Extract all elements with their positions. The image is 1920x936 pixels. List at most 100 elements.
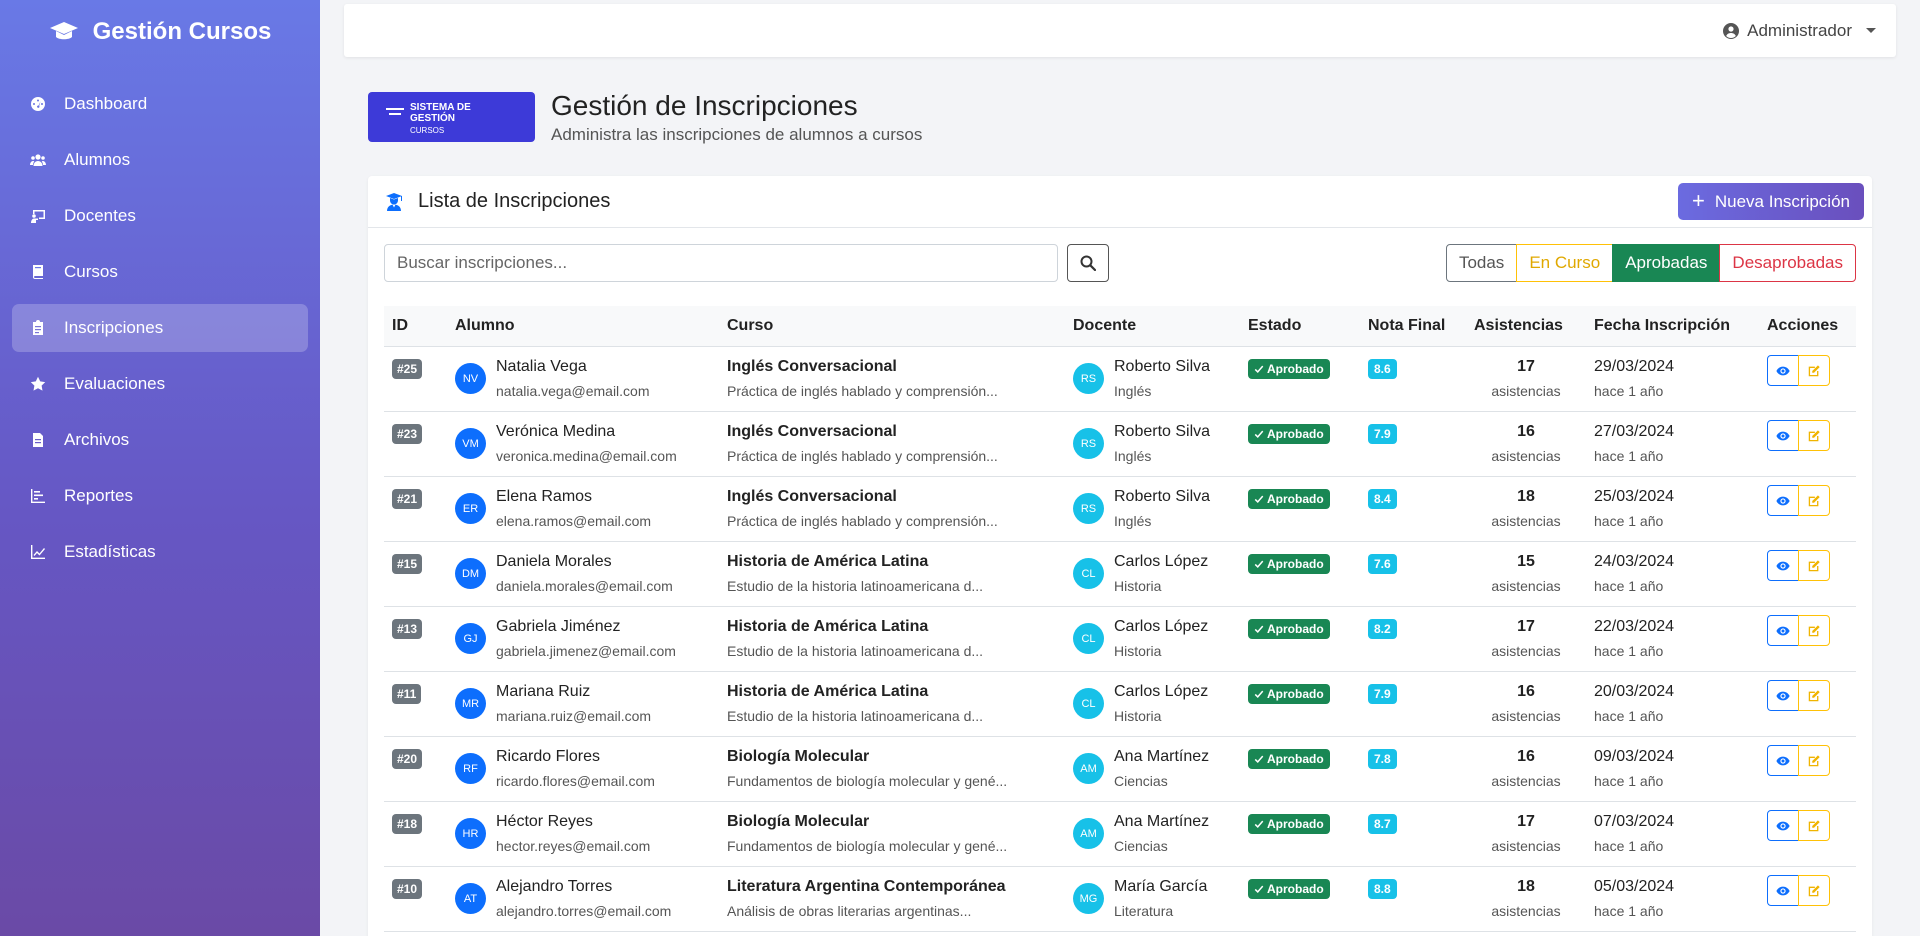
sidebar-item-dashboard[interactable]: Dashboard xyxy=(12,80,308,128)
view-button[interactable] xyxy=(1767,550,1799,581)
student-email: hector.reyes@email.com xyxy=(496,837,651,854)
col-estado: Estado xyxy=(1240,306,1360,347)
col-id: ID xyxy=(384,306,447,347)
table-row[interactable]: #10 AT Alejandro Torres alejandro.torres… xyxy=(384,866,1856,932)
view-button[interactable] xyxy=(1767,420,1799,451)
cell-student: RF Ricardo Flores ricardo.flores@email.c… xyxy=(447,736,719,802)
edit-button[interactable] xyxy=(1798,680,1830,711)
view-button[interactable] xyxy=(1767,355,1799,386)
edit-button[interactable] xyxy=(1798,875,1830,906)
view-button[interactable] xyxy=(1767,875,1799,906)
col-docente: Docente xyxy=(1065,306,1240,347)
dashboard-icon xyxy=(28,94,48,114)
student-name: Mariana Ruiz xyxy=(496,682,591,700)
search-input[interactable] xyxy=(384,244,1058,282)
brand[interactable]: Gestión Cursos xyxy=(0,0,320,64)
sidebar-item-estadisticas[interactable]: Estadísticas xyxy=(12,528,308,576)
table-row[interactable]: #15 DM Daniela Morales daniela.morales@e… xyxy=(384,541,1856,607)
view-button[interactable] xyxy=(1767,810,1799,841)
col-acciones: Acciones xyxy=(1759,306,1856,347)
eye-icon xyxy=(1776,756,1790,765)
filter-en-curso[interactable]: En Curso xyxy=(1516,244,1614,282)
cell-id: #10 xyxy=(384,866,447,932)
cell-student: DM Daniela Morales daniela.morales@email… xyxy=(447,541,719,607)
cell-status: Aprobado xyxy=(1240,541,1360,607)
check-icon xyxy=(1254,495,1264,503)
attendance-label: asistencias xyxy=(1491,447,1561,464)
course-name: Historia de América Latina xyxy=(727,682,929,700)
cell-date: 27/03/2024 hace 1 año xyxy=(1586,411,1759,477)
cell-student: NV Natalia Vega natalia.vega@email.com xyxy=(447,346,719,412)
sidebar-item-label: Docentes xyxy=(64,206,136,225)
table-row[interactable]: #23 VM Verónica Medina veronica.medina@e… xyxy=(384,411,1856,477)
check-icon xyxy=(1254,365,1264,373)
view-button[interactable] xyxy=(1767,680,1799,711)
view-button[interactable] xyxy=(1767,615,1799,646)
user-menu[interactable]: Administrador xyxy=(1723,21,1876,41)
cell-student: VM Verónica Medina veronica.medina@email… xyxy=(447,411,719,477)
view-button[interactable] xyxy=(1767,745,1799,776)
filter-desaprobadas[interactable]: Desaprobadas xyxy=(1719,244,1856,282)
edit-icon xyxy=(1808,494,1820,506)
table-row[interactable]: #13 GJ Gabriela Jiménez gabriela.jimenez… xyxy=(384,606,1856,672)
table-row[interactable]: #20 RF Ricardo Flores ricardo.flores@ema… xyxy=(384,736,1856,802)
cell-course: Biología Molecular Fundamentos de biolog… xyxy=(719,801,1065,867)
sidebar-item-alumnos[interactable]: Alumnos xyxy=(12,136,308,184)
grade-badge: 8.8 xyxy=(1368,878,1397,899)
table-row[interactable]: #18 HR Héctor Reyes hector.reyes@email.c… xyxy=(384,801,1856,867)
student-email: mariana.ruiz@email.com xyxy=(496,707,652,724)
table-row[interactable]: #11 MR Mariana Ruiz mariana.ruiz@email.c… xyxy=(384,671,1856,737)
check-icon xyxy=(1254,755,1264,763)
sidebar-item-cursos[interactable]: Cursos xyxy=(12,248,308,296)
sidebar-item-evaluaciones[interactable]: Evaluaciones xyxy=(12,360,308,408)
course-name: Biología Molecular xyxy=(727,747,870,765)
course-description: Fundamentos de biología molecular y gené… xyxy=(727,772,1008,789)
status-text: Aprobado xyxy=(1267,426,1324,441)
book-icon xyxy=(28,262,48,282)
student-avatar: AT xyxy=(455,883,486,914)
student-email: alejandro.torres@email.com xyxy=(496,902,672,919)
teacher-subject: Inglés xyxy=(1114,512,1152,529)
bar-chart-icon xyxy=(28,486,48,506)
table-row[interactable]: #25 NV Natalia Vega natalia.vega@email.c… xyxy=(384,346,1856,412)
teacher-avatar: RS xyxy=(1073,428,1104,459)
col-curso: Curso xyxy=(719,306,1065,347)
clipboard-icon xyxy=(28,318,48,338)
edit-button[interactable] xyxy=(1798,810,1830,841)
logo-line2: GESTIÓN xyxy=(410,113,456,124)
filter-todas[interactable]: Todas xyxy=(1445,244,1518,282)
new-enrollment-button[interactable]: + Nueva Inscripción xyxy=(1678,183,1864,220)
table-row[interactable]: #21 ER Elena Ramos elena.ramos@email.com… xyxy=(384,476,1856,542)
status-badge: Aprobado xyxy=(1248,618,1330,639)
edit-button[interactable] xyxy=(1798,615,1830,646)
cell-student: GJ Gabriela Jiménez gabriela.jimenez@ema… xyxy=(447,606,719,672)
cell-grade: 8.6 xyxy=(1360,346,1466,412)
edit-icon xyxy=(1808,624,1820,636)
eye-icon xyxy=(1776,626,1790,635)
filter-aprobadas[interactable]: Aprobadas xyxy=(1612,244,1721,282)
cell-status: Aprobado xyxy=(1240,606,1360,672)
course-name: Inglés Conversacional xyxy=(727,357,897,375)
edit-button[interactable] xyxy=(1798,485,1830,516)
edit-button[interactable] xyxy=(1798,355,1830,386)
edit-button[interactable] xyxy=(1798,745,1830,776)
enrollment-date: 27/03/2024 xyxy=(1594,422,1675,440)
sidebar-item-archivos[interactable]: Archivos xyxy=(12,416,308,464)
id-badge: #18 xyxy=(392,813,423,834)
sidebar-item-label: Evaluaciones xyxy=(64,374,166,393)
edit-button[interactable] xyxy=(1798,420,1830,451)
brand-title: Gestión Cursos xyxy=(92,18,272,45)
id-badge: #25 xyxy=(392,358,423,379)
course-description: Estudio de la historia latinoamericana d… xyxy=(727,577,984,594)
sidebar-item-reportes[interactable]: Reportes xyxy=(12,472,308,520)
topbar: Administrador xyxy=(344,4,1896,57)
search-button[interactable] xyxy=(1067,244,1109,282)
cell-actions xyxy=(1759,346,1856,412)
sidebar-item-inscripciones[interactable]: Inscripciones xyxy=(12,304,308,352)
edit-button[interactable] xyxy=(1798,550,1830,581)
view-button[interactable] xyxy=(1767,485,1799,516)
cell-attendance: 15 asistencias xyxy=(1466,541,1586,607)
status-text: Aprobado xyxy=(1267,751,1324,766)
sidebar-item-label: Archivos xyxy=(64,430,130,449)
sidebar-item-docentes[interactable]: Docentes xyxy=(12,192,308,240)
